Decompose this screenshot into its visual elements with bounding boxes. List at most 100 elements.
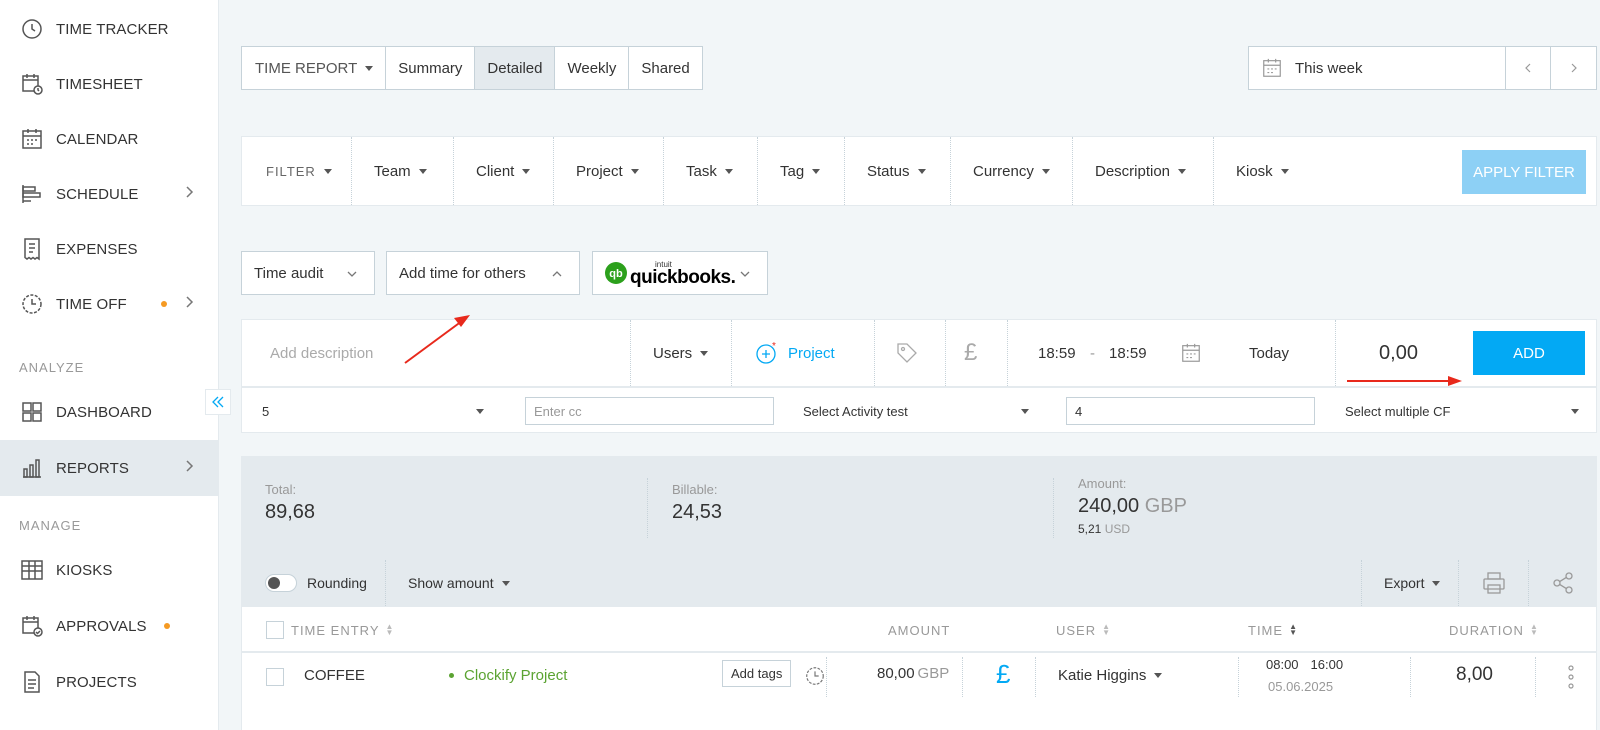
export-dropdown[interactable]: Export [1361, 560, 1458, 606]
chevron-down-icon [347, 271, 357, 277]
entry-project[interactable]: Clockify Project [449, 667, 567, 684]
billable-label: Billable: [672, 482, 718, 497]
entry-duration[interactable]: 8,00 [1456, 664, 1493, 686]
time-audit-icon-button[interactable] [804, 665, 826, 687]
filter-kiosk[interactable]: Kiosk [1213, 137, 1289, 205]
billable-button[interactable]: £ [996, 659, 1010, 690]
bar-chart-icon [23, 459, 41, 478]
caret-down-icon [812, 168, 821, 174]
caret-down-icon [630, 168, 639, 174]
divider [647, 478, 648, 538]
timesheet-icon [22, 74, 43, 95]
caret-down-icon [1432, 580, 1441, 586]
tab-weekly[interactable]: Weekly [555, 47, 630, 89]
section-label-manage: MANAGE [19, 518, 82, 533]
users-dropdown[interactable]: Users [630, 320, 709, 386]
tab-shared[interactable]: Shared [629, 47, 701, 89]
clock-icon [22, 19, 42, 39]
quickbooks-dropdown[interactable]: qb intuit quickbooks. [592, 251, 768, 295]
filter-currency-label: Currency [973, 162, 1034, 180]
sidebar-item-expenses[interactable]: EXPENSES [0, 221, 218, 277]
end-time-input[interactable]: 18:59 [1109, 320, 1147, 386]
chevron-right-icon [186, 296, 194, 308]
filter-tag[interactable]: Tag [757, 137, 821, 205]
filter-client-label: Client [476, 162, 515, 180]
header-time-entry[interactable]: TIME ENTRY ▲ ▼ [291, 607, 394, 653]
row-menu-button[interactable] [1567, 663, 1575, 691]
amount-secondary-currency: USD [1104, 522, 1131, 536]
filter-project[interactable]: Project [553, 137, 639, 205]
sidebar-item-time-tracker[interactable]: TIME TRACKER [0, 1, 218, 57]
sidebar-item-reports[interactable]: REPORTS [0, 440, 218, 496]
add-tags-button[interactable]: Add tags [722, 660, 792, 687]
billable-toggle[interactable]: £ [945, 320, 1007, 386]
amount-block: Amount: 240,00 GBP 5,21 USD [1078, 476, 1187, 536]
header-duration[interactable]: DURATION ▲ ▼ [1449, 607, 1539, 653]
row-checkbox[interactable] [266, 668, 284, 686]
sidebar-item-approvals[interactable]: APPROVALS [0, 598, 218, 654]
caret-down-icon [1178, 168, 1187, 174]
filter-team[interactable]: Team [351, 137, 427, 205]
filter-status-label: Status [867, 162, 910, 180]
sidebar-item-dashboard[interactable]: DASHBOARD [0, 384, 218, 440]
sidebar-item-kiosks[interactable]: KIOSKS [0, 542, 218, 598]
add-button[interactable]: ADD [1473, 331, 1585, 375]
filter-currency[interactable]: Currency [950, 137, 1050, 205]
duration-input[interactable]: 0,00 [1335, 320, 1461, 386]
tab-summary[interactable]: Summary [386, 47, 476, 89]
sidebar-item-time-off[interactable]: TIME OFF [0, 276, 218, 332]
receipt-icon [24, 238, 40, 261]
description-input[interactable]: Add description [270, 320, 373, 386]
sidebar-item-schedule[interactable]: SCHEDULE [0, 166, 218, 222]
divider [1535, 657, 1536, 697]
sidebar-item-label: TIMESHEET [56, 75, 143, 93]
apply-filter-button[interactable]: APPLY FILTER [1462, 150, 1586, 194]
dashboard-icon [22, 402, 42, 422]
sidebar-item-label: SCHEDULE [56, 185, 139, 203]
header-time[interactable]: TIME ▲ ▼ [1248, 607, 1298, 653]
next-period-button[interactable] [1551, 47, 1596, 89]
header-user[interactable]: USER ▲ ▼ [1056, 607, 1111, 653]
select-all-checkbox[interactable] [266, 607, 284, 653]
time-audit-dropdown[interactable]: Time audit [241, 251, 375, 295]
add-time-for-others-dropdown[interactable]: Add time for others [386, 251, 580, 295]
collapse-sidebar-button[interactable] [205, 389, 231, 415]
filter-task[interactable]: Task [663, 137, 733, 205]
print-button[interactable] [1458, 560, 1528, 606]
filter-menu[interactable]: FILTER [266, 137, 332, 205]
rounding-toggle[interactable]: Rounding [265, 560, 367, 606]
entry-date[interactable]: 05.06.2025 [1268, 679, 1333, 694]
billable-block: Billable: 24,53 [672, 482, 722, 524]
quickbooks-label: quickbooks. [630, 267, 736, 288]
sidebar-item-calendar[interactable]: CALENDAR [0, 111, 218, 167]
filter-client[interactable]: Client [453, 137, 531, 205]
svg-text:qb: qb [609, 268, 623, 280]
date-range-button[interactable]: This week [1249, 47, 1506, 89]
entry-time-range[interactable]: 08:00 16:00 [1266, 657, 1343, 672]
header-amount: AMOUNT [888, 622, 951, 638]
caret-down-icon [501, 580, 510, 586]
report-type-dropdown[interactable]: TIME REPORT [242, 47, 387, 89]
start-time-input[interactable]: 18:59 [1007, 320, 1076, 386]
filter-description[interactable]: Description [1072, 137, 1187, 205]
add-time-for-others-label: Add time for others [399, 264, 526, 282]
cc-input[interactable]: Enter cc [525, 397, 774, 425]
tag-button[interactable] [874, 320, 944, 386]
date-label[interactable]: Today [1249, 320, 1289, 386]
text-field[interactable]: 4 [1066, 397, 1315, 425]
sidebar-item-timesheet[interactable]: TIMESHEET [0, 56, 218, 112]
tab-detailed[interactable]: Detailed [475, 47, 556, 89]
date-picker-button[interactable] [1180, 320, 1202, 386]
multi-cf-select[interactable]: Select multiple CF [1345, 397, 1585, 425]
show-amount-dropdown[interactable]: Show amount [385, 560, 510, 606]
user-dropdown[interactable]: Katie Higgins [1058, 667, 1163, 684]
number-field[interactable]: 5 [262, 397, 490, 425]
project-picker[interactable]: * Project [731, 320, 835, 386]
sidebar-item-projects[interactable]: PROJECTS [0, 654, 218, 710]
activity-select[interactable]: Select Activity test [803, 397, 1035, 425]
previous-period-button[interactable] [1506, 47, 1551, 89]
filter-status[interactable]: Status [844, 137, 926, 205]
share-button[interactable] [1528, 560, 1596, 606]
entry-description[interactable]: COFFEE [304, 667, 365, 684]
caret-down-icon [1280, 168, 1289, 174]
